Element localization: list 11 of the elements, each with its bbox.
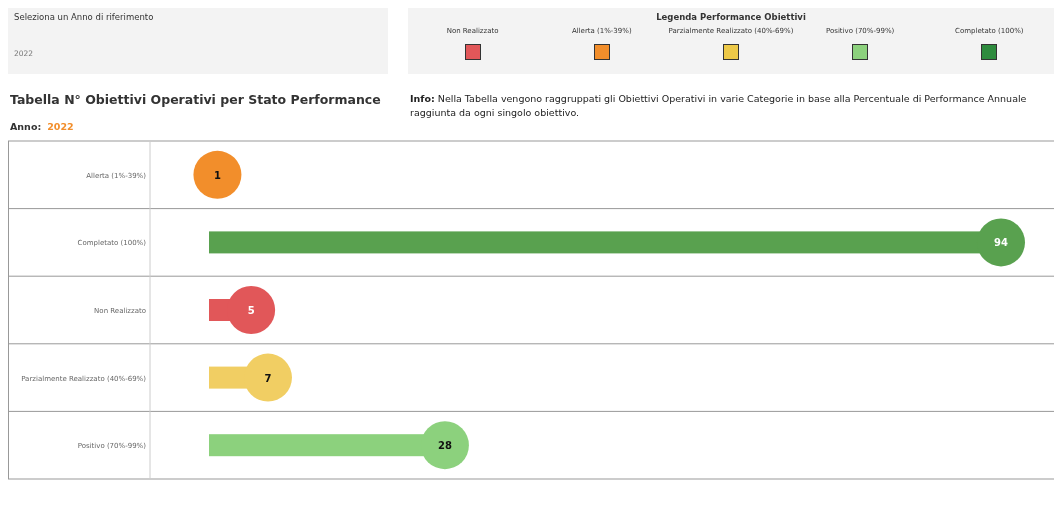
value-label: 1 <box>213 169 221 181</box>
table-title: Tabella N° Obiettivi Operativi per Stato Performance <box>10 92 382 107</box>
filter-label: Seleziona un Anno di riferimento <box>14 12 155 22</box>
value-label: 94 <box>994 237 1008 249</box>
legend-title: Legenda Performance Obiettivi <box>656 12 806 22</box>
value-label: 28 <box>437 440 452 452</box>
info-text: Info: Nella Tabella vengono raggruppati gli Obiettivi Operativi in varie Categorie in base alla Percentuale di Performance Annuale raggiunta da ogni singolo obiettivo. <box>410 92 1028 120</box>
value-label: 5 <box>247 305 255 316</box>
year-label: Anno: <box>10 121 42 132</box>
year-value: 2022 <box>47 121 74 132</box>
value-label: 7 <box>264 372 272 384</box>
